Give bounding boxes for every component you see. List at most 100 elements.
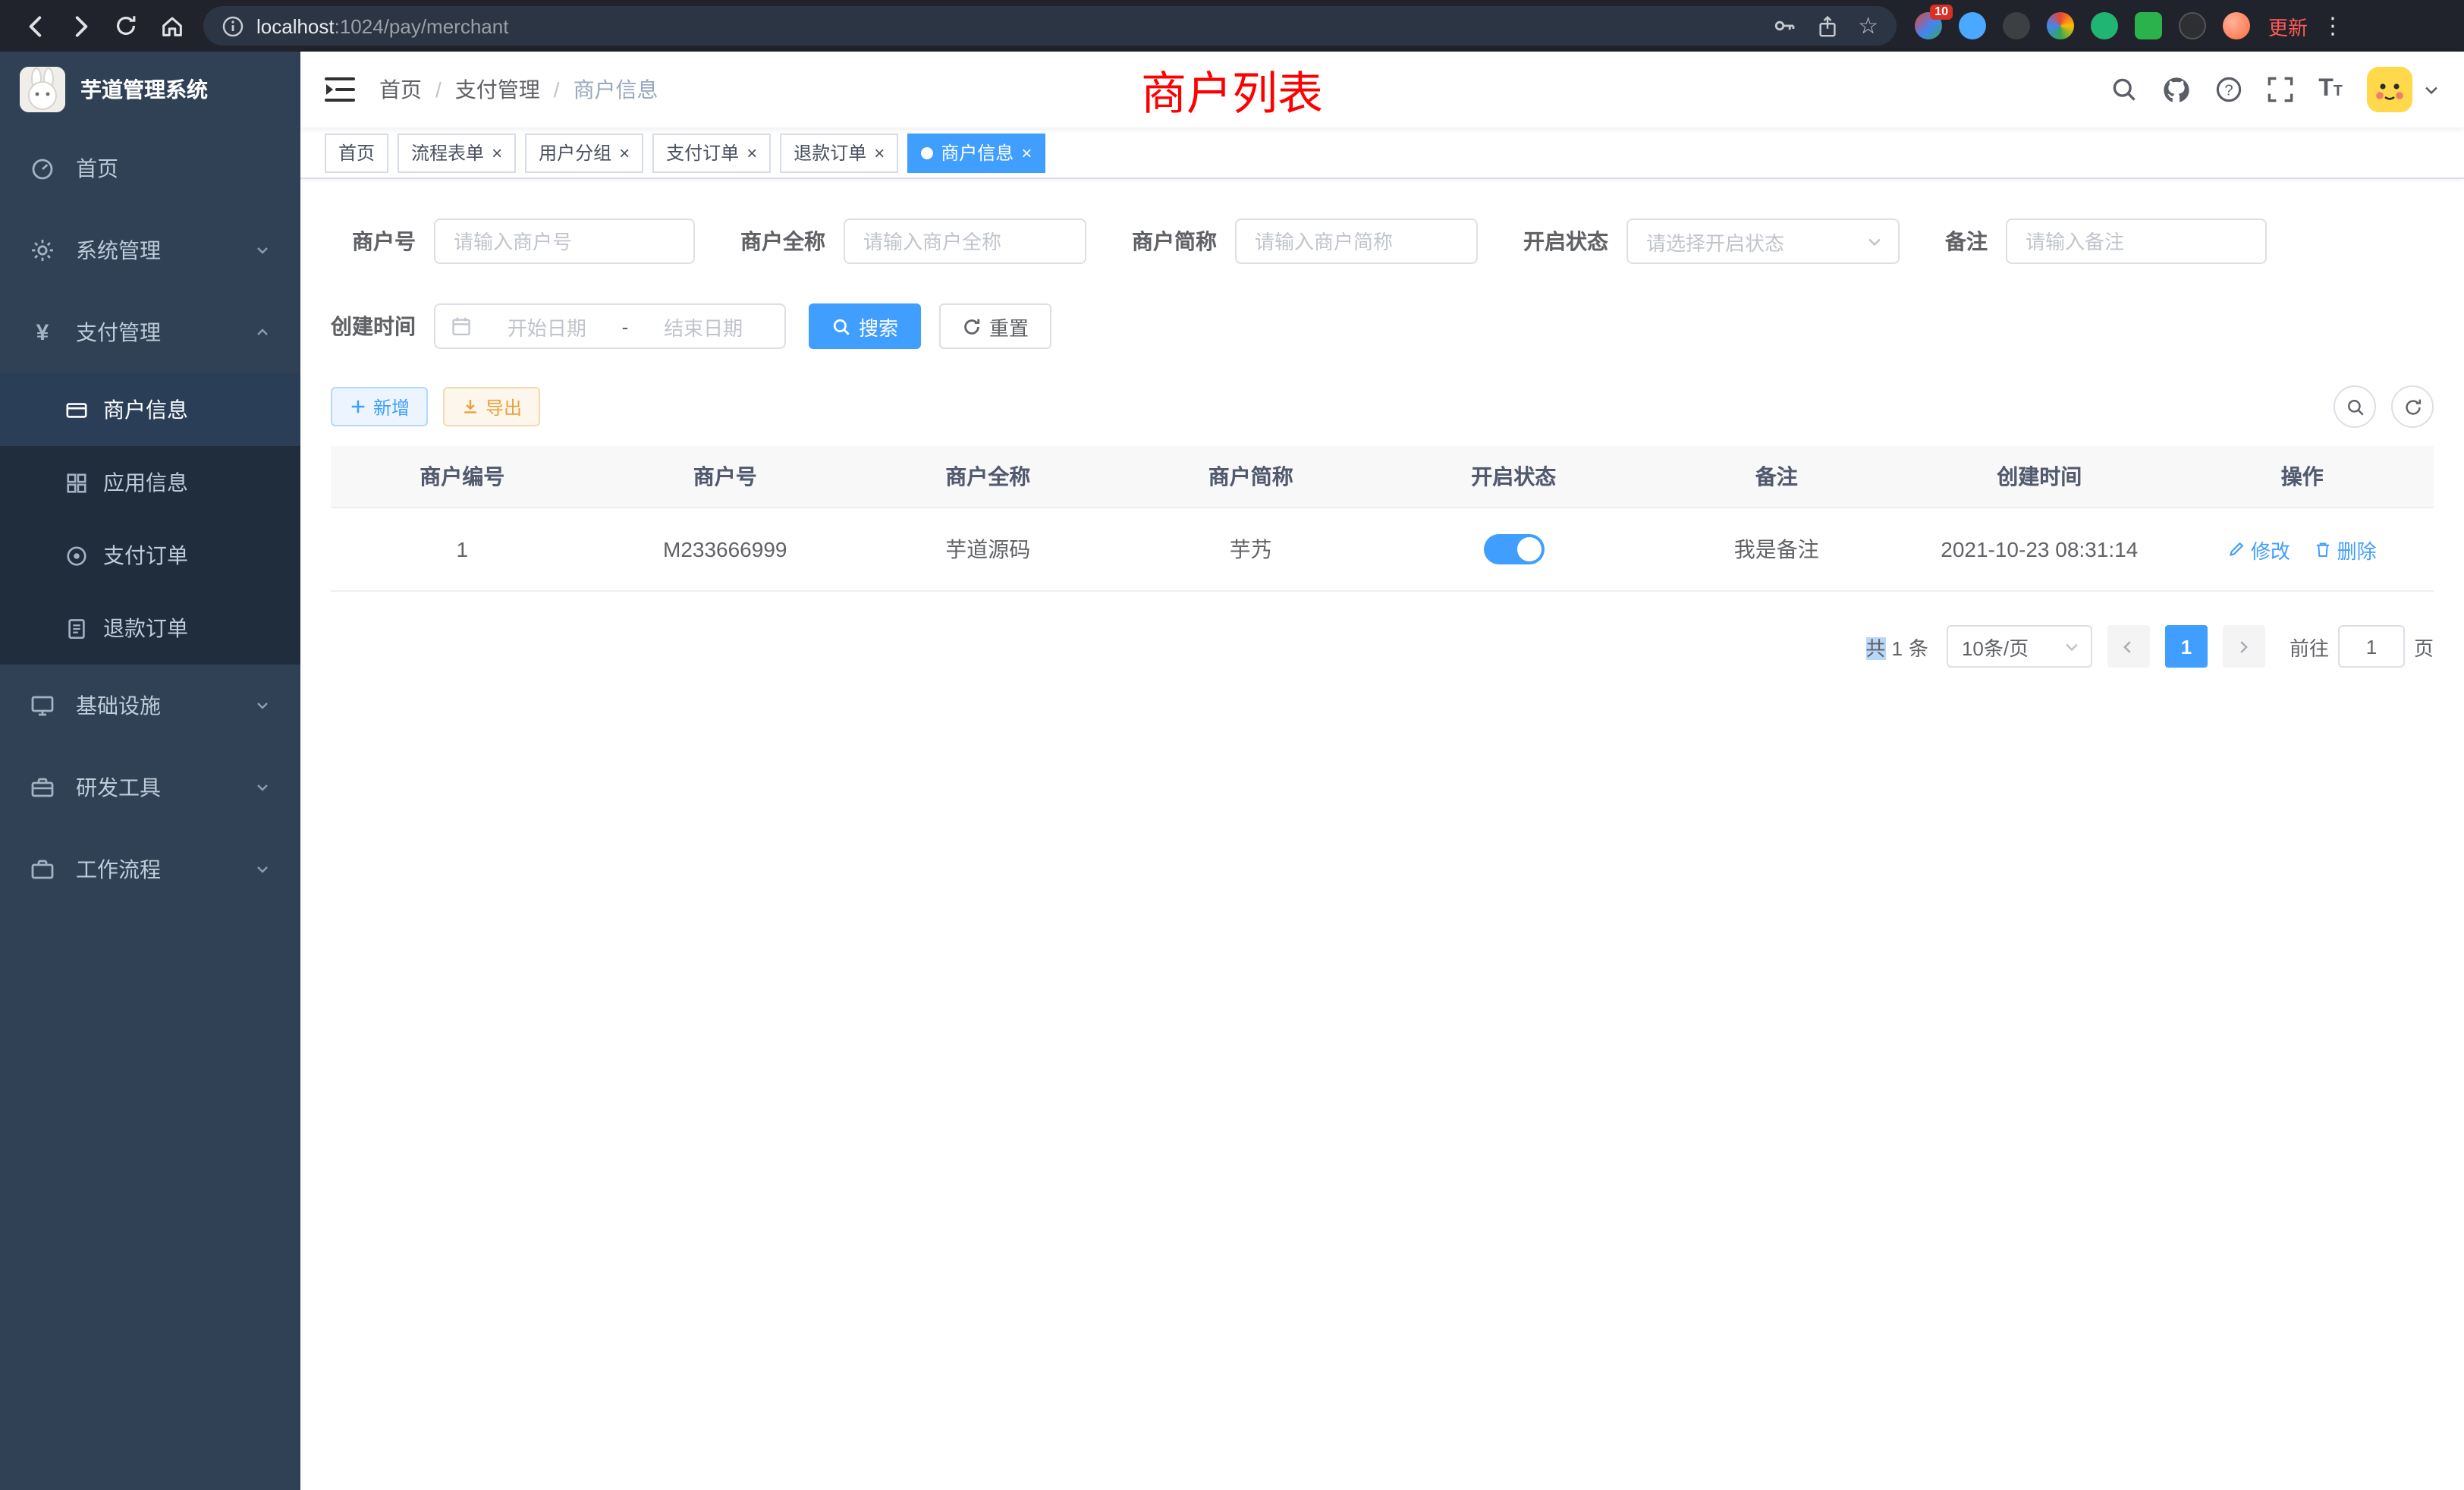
sidebar-item-label: 支付管理 xyxy=(76,317,161,347)
sidebar-item-home[interactable]: 首页 xyxy=(0,127,300,209)
card-icon xyxy=(64,398,88,421)
password-key-icon[interactable] xyxy=(1771,14,1796,38)
sidebar-item-label: 退款订单 xyxy=(103,613,188,643)
sidebar-fold-icon[interactable] xyxy=(325,76,355,103)
sidebar-item-infra[interactable]: 基础设施 xyxy=(0,665,300,747)
github-icon[interactable] xyxy=(2162,75,2191,104)
tab-user-group[interactable]: 用户分组× xyxy=(525,133,643,172)
tab-pay-order[interactable]: 支付订单× xyxy=(652,133,771,172)
sidebar-item-system[interactable]: 系统管理 xyxy=(0,209,300,291)
logo-avatar xyxy=(20,67,65,112)
extension-icon[interactable] xyxy=(2003,12,2030,39)
plus-icon xyxy=(349,398,367,416)
close-icon[interactable]: × xyxy=(1021,143,1032,162)
export-button[interactable]: 导出 xyxy=(443,387,540,426)
tab-home[interactable]: 首页 xyxy=(325,133,388,172)
trash-icon xyxy=(2315,540,2333,558)
full-name-label: 商户全称 xyxy=(740,226,844,256)
sidebar-submenu-pay: 商户信息 应用信息 支付订单 退款订单 xyxy=(0,373,300,665)
chevron-down-icon xyxy=(2063,638,2080,655)
toggle-search-button[interactable] xyxy=(2334,385,2376,428)
sidebar-item-pay[interactable]: ¥ 支付管理 xyxy=(0,291,300,373)
browser-address-bar[interactable]: localhost:1024/pay/merchant ☆ xyxy=(203,6,1897,46)
browser-forward-icon[interactable] xyxy=(61,6,100,46)
col-merchant-no: 商户号 xyxy=(594,446,857,508)
short-name-label: 商户简称 xyxy=(1132,226,1235,256)
extension-icon[interactable] xyxy=(2179,12,2206,39)
extension-icon[interactable] xyxy=(2047,12,2074,39)
browser-home-icon[interactable] xyxy=(152,6,191,46)
close-icon[interactable]: × xyxy=(746,143,757,162)
merchant-no-input[interactable] xyxy=(434,218,695,264)
extension-icon[interactable] xyxy=(2223,12,2250,39)
url-host: localhost xyxy=(256,14,335,37)
pagination: 共1条 10条/页 1 前往 页 xyxy=(331,625,2434,668)
page-unit-label: 页 xyxy=(2414,632,2434,661)
breadcrumb-pay[interactable]: 支付管理 xyxy=(455,74,540,105)
app-logo[interactable]: 芋道管理系统 xyxy=(0,52,300,127)
status-toggle[interactable] xyxy=(1483,534,1544,564)
chevron-down-icon xyxy=(253,241,272,259)
refresh-table-button[interactable] xyxy=(2391,385,2434,428)
extension-icon[interactable] xyxy=(2091,12,2118,39)
chevron-down-icon xyxy=(1866,233,1883,250)
sidebar-item-app-info[interactable]: 应用信息 xyxy=(0,446,300,519)
browser-update-button[interactable]: 更新 xyxy=(2268,11,2308,40)
tab-merchant-info[interactable]: 商户信息× xyxy=(907,133,1045,172)
sidebar-item-workflow[interactable]: 工作流程 xyxy=(0,828,300,910)
browser-menu-icon[interactable]: ⋮ xyxy=(2321,12,2344,39)
sidebar-item-pay-order[interactable]: 支付订单 xyxy=(0,519,300,592)
browser-refresh-icon[interactable] xyxy=(106,6,146,46)
cell-actions: 修改 删除 xyxy=(2171,508,2434,591)
font-size-icon[interactable]: TT xyxy=(2318,77,2343,102)
browser-extensions: 10 xyxy=(1915,12,2250,39)
fullscreen-icon[interactable] xyxy=(2267,76,2294,103)
gear-icon xyxy=(29,238,56,262)
search-icon[interactable] xyxy=(2110,76,2138,103)
sidebar-item-label: 支付订单 xyxy=(103,540,188,571)
extension-icon[interactable]: 10 xyxy=(1915,12,1942,39)
user-avatar xyxy=(2367,67,2412,112)
browser-back-icon[interactable] xyxy=(15,6,55,46)
extension-badge: 10 xyxy=(1930,5,1953,20)
bookmark-star-icon[interactable]: ☆ xyxy=(1858,14,1878,37)
share-icon[interactable] xyxy=(1815,14,1838,37)
remark-input[interactable] xyxy=(2006,218,2267,264)
sidebar-item-refund-order[interactable]: 退款订单 xyxy=(0,592,300,665)
pencil-icon xyxy=(2228,540,2246,558)
page-size-select[interactable]: 10条/页 xyxy=(1947,625,2092,668)
help-icon[interactable]: ? xyxy=(2215,76,2242,103)
add-button[interactable]: 新增 xyxy=(331,387,428,426)
next-page-button[interactable] xyxy=(2223,625,2265,668)
full-name-input[interactable] xyxy=(844,218,1086,264)
close-icon[interactable]: × xyxy=(619,143,630,162)
search-button[interactable]: 搜索 xyxy=(809,303,921,349)
close-icon[interactable]: × xyxy=(492,143,502,162)
site-info-icon[interactable] xyxy=(222,14,244,37)
url-path: :1024/pay/merchant xyxy=(335,14,509,37)
sidebar-item-merchant-info[interactable]: 商户信息 xyxy=(0,373,300,446)
col-merchant-id: 商户编号 xyxy=(331,446,594,508)
sidebar-item-devtools[interactable]: 研发工具 xyxy=(0,747,300,828)
extension-icon[interactable] xyxy=(2135,12,2162,39)
delete-link[interactable]: 删除 xyxy=(2315,535,2377,564)
prev-page-button[interactable] xyxy=(2107,625,2150,668)
status-select[interactable]: 请选择开启状态 xyxy=(1626,218,1900,264)
reset-button[interactable]: 重置 xyxy=(939,303,1051,349)
extension-icon[interactable] xyxy=(1959,12,1986,39)
col-short-name: 商户简称 xyxy=(1120,446,1383,508)
tab-flow-form[interactable]: 流程表单× xyxy=(398,133,516,172)
chevron-up-icon xyxy=(253,323,272,341)
edit-link[interactable]: 修改 xyxy=(2228,535,2290,564)
goto-page-input[interactable] xyxy=(2338,625,2405,668)
short-name-input[interactable] xyxy=(1235,218,1478,264)
page-number-button[interactable]: 1 xyxy=(2165,625,2208,668)
date-separator: - xyxy=(622,315,629,338)
tab-refund-order[interactable]: 退款订单× xyxy=(780,133,898,172)
close-icon[interactable]: × xyxy=(874,143,885,162)
create-time-range-picker[interactable]: 开始日期 - 结束日期 xyxy=(434,303,786,349)
navbar-actions: ? TT xyxy=(2110,67,2440,112)
cell-short-name: 芋艿 xyxy=(1120,508,1383,591)
user-menu[interactable] xyxy=(2367,67,2440,112)
breadcrumb-home[interactable]: 首页 xyxy=(379,74,422,105)
